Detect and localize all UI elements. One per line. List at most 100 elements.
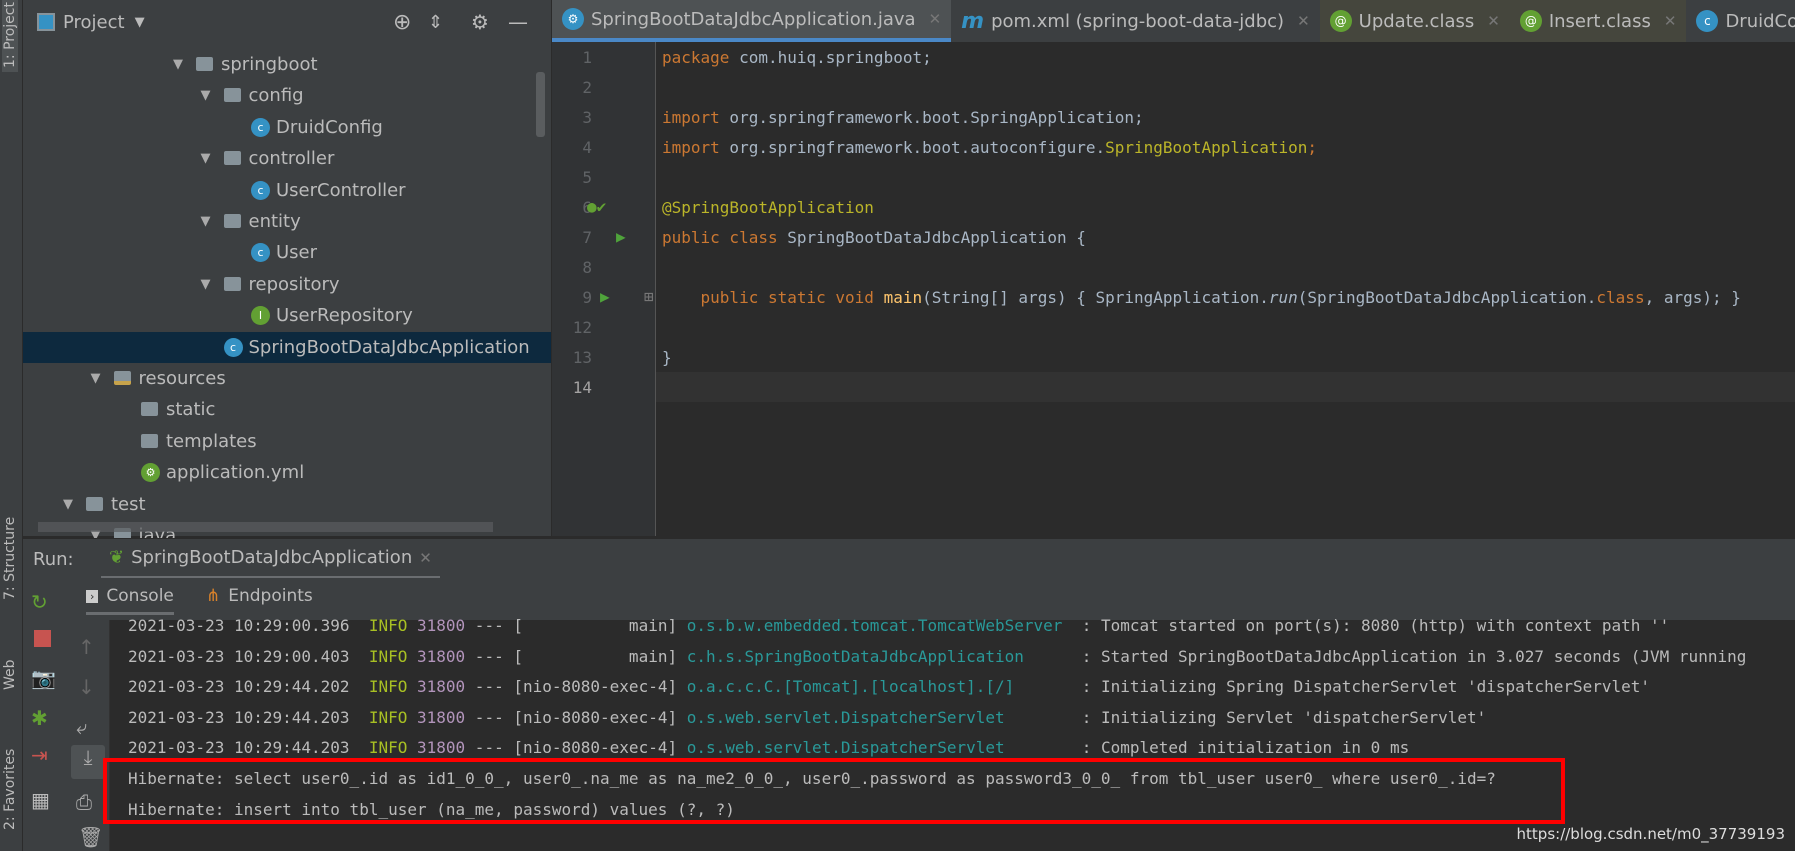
tree-item-label: static: [166, 399, 216, 421]
tree-item-label: test: [111, 493, 146, 515]
run-config-tab[interactable]: ❦ SpringBootDataJdbcApplication ✕: [101, 539, 440, 579]
run-actions-strip: ↻ 📷 ✱ ⇥ ▦: [23, 578, 66, 851]
line-number: 2: [582, 78, 592, 97]
tree-item[interactable]: ▼ controller: [23, 143, 551, 174]
favorites-tool-tab[interactable]: 2: Favorites: [2, 749, 18, 830]
code-line-3: import org.springframework.boot.SpringAp…: [662, 108, 1144, 127]
tree-item[interactable]: I UserRepository: [23, 300, 551, 331]
tree-item[interactable]: static: [23, 394, 551, 425]
tree-item-label: entity: [248, 211, 301, 232]
project-view-icon: [37, 13, 55, 31]
project-panel: Project ▼ ⊕ ⇕ ⚙ — ▼ springboot ▼ config c Dru…: [23, 0, 551, 546]
hide-icon[interactable]: —: [508, 10, 528, 34]
up-icon[interactable]: ↑: [78, 635, 95, 659]
tree-item-label: springboot: [221, 54, 318, 75]
line-number: 14: [572, 378, 592, 397]
chevron-down-icon[interactable]: ▼: [173, 49, 183, 80]
chevron-down-icon[interactable]: ▼: [201, 206, 211, 237]
tree-item[interactable]: ▼ springboot: [23, 49, 551, 80]
stop-icon[interactable]: [34, 630, 51, 647]
chevron-down-icon[interactable]: ▼: [135, 15, 145, 30]
tree-item[interactable]: ⚙ application.yml: [23, 457, 551, 488]
exit-icon[interactable]: ⇥: [31, 743, 48, 767]
yml-icon: ⚙: [141, 463, 160, 483]
tree-item[interactable]: c User: [23, 237, 551, 268]
chevron-down-icon[interactable]: ▼: [63, 489, 73, 520]
line-number: 9: [582, 288, 592, 307]
soft-wrap-icon[interactable]: ⤶: [76, 715, 87, 739]
tree-item[interactable]: c UserController: [23, 175, 551, 206]
gear-icon[interactable]: ⚙: [471, 10, 489, 34]
code-line-7: public class SpringBootDataJdbcApplicati…: [662, 228, 1086, 247]
tab-console[interactable]: › Console: [86, 586, 174, 615]
log-line: 2021-03-23 10:29:00.396 INFO 31800 --- […: [128, 616, 1670, 635]
locate-icon[interactable]: ⊕: [393, 10, 411, 35]
close-icon[interactable]: ✕: [1487, 12, 1500, 30]
debug-icon[interactable]: ✱: [31, 706, 48, 730]
trash-icon[interactable]: 🗑: [78, 825, 103, 849]
close-icon[interactable]: ✕: [419, 549, 432, 567]
structure-tool-tab[interactable]: 7: Structure: [2, 517, 18, 600]
tab-insert-class[interactable]: @ Insert.class ✕: [1509, 0, 1687, 42]
tab-druidconfig[interactable]: cDruidConfig: [1686, 0, 1795, 42]
chevron-down-icon[interactable]: ▼: [201, 143, 211, 174]
tab-pom-xml[interactable]: m pom.xml (spring-boot-data-jdbc) ✕: [951, 0, 1320, 42]
tree-item-label: User: [276, 242, 318, 264]
tree-item[interactable]: ▼ resources: [23, 363, 551, 394]
rerun-icon[interactable]: ↻: [31, 590, 48, 614]
class-icon: c: [251, 180, 270, 200]
tree-item[interactable]: templates: [23, 426, 551, 457]
class-icon: c: [1696, 10, 1719, 32]
close-icon[interactable]: ✕: [929, 10, 942, 28]
down-icon[interactable]: ↓: [78, 675, 95, 699]
collapse-all-icon[interactable]: ⇕: [428, 12, 443, 33]
spring-bean-icon[interactable]: ●✔: [587, 197, 606, 216]
line-number: 3: [582, 108, 592, 127]
folder-icon: [223, 88, 241, 103]
tab-update-class[interactable]: @ Update.class ✕: [1319, 0, 1510, 42]
close-icon[interactable]: ✕: [1297, 12, 1310, 30]
watermark: https://blog.csdn.net/m0_37739193: [1516, 825, 1785, 843]
editor-gutter: 1 2 3 4 5 6 7 8 9 12 13 14 ●✔ ▶ ▶ ⊞: [552, 42, 656, 536]
tree-item[interactable]: ▼ repository: [23, 269, 551, 300]
line-number: 7: [582, 228, 592, 247]
editor-tab-bar: ⚙ SpringBootDataJdbcApplication.java ✕ m po…: [552, 0, 1795, 42]
highlight-box: [103, 758, 1565, 824]
spring-class-icon: ⚙: [562, 8, 584, 30]
tree-item[interactable]: ▼ entity: [23, 206, 551, 237]
run-icon[interactable]: ▶: [600, 287, 610, 306]
tree-item[interactable]: ▼ config: [23, 80, 551, 111]
tree-item[interactable]: c SpringBootDataJdbcApplication: [23, 331, 551, 363]
camera-icon[interactable]: 📷: [31, 666, 56, 690]
scroll-to-end-icon[interactable]: ⤓: [71, 745, 105, 779]
tree-horizontal-scrollbar[interactable]: [38, 522, 493, 532]
tree-item[interactable]: c DruidConfig: [23, 112, 551, 143]
web-tool-tab[interactable]: Web: [2, 659, 18, 690]
run-icon[interactable]: ▶: [616, 227, 626, 246]
tree-vertical-scrollbar[interactable]: [536, 72, 545, 137]
log-line: 2021-03-23 10:29:44.202 INFO 31800 --- […: [128, 677, 1651, 696]
layout-icon[interactable]: ▦: [31, 788, 50, 812]
fold-icon[interactable]: ⊞: [644, 287, 654, 306]
tree-item-label: templates: [166, 430, 257, 452]
chevron-down-icon[interactable]: ▼: [201, 269, 211, 300]
tree-item-label: SpringBootDataJdbcApplication: [248, 336, 530, 358]
tab-endpoints[interactable]: ⋔ Endpoints: [206, 586, 313, 606]
chevron-down-icon[interactable]: ▼: [91, 363, 101, 394]
code-line-13: }: [662, 348, 672, 367]
tab-springbootdatajdbcapplication[interactable]: ⚙ SpringBootDataJdbcApplication.java ✕: [552, 0, 952, 42]
project-view-selector[interactable]: Project: [63, 12, 125, 33]
tree-item[interactable]: ▼ test: [23, 489, 551, 520]
project-panel-header: Project ▼ ⊕ ⇕ ⚙ —: [23, 0, 551, 44]
maven-icon: m: [961, 8, 985, 34]
interface-icon: I: [251, 306, 270, 326]
print-icon[interactable]: ⎙: [76, 790, 92, 814]
line-number: 8: [582, 258, 592, 277]
endpoints-icon: ⋔: [206, 586, 221, 606]
chevron-down-icon[interactable]: ▼: [201, 80, 211, 111]
project-tool-tab[interactable]: 1: Project: [2, 0, 18, 72]
close-icon[interactable]: ✕: [1664, 12, 1677, 30]
folder-icon: [223, 151, 241, 166]
tree-item-label: UserRepository: [276, 305, 413, 327]
spring-boot-icon: ❦: [109, 547, 125, 568]
